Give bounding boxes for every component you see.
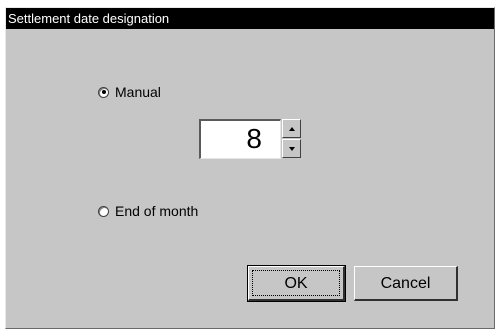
ok-button[interactable]: OK [247,265,346,302]
spin-down-button[interactable] [282,139,301,158]
dialog-title: Settlement date designation [8,11,170,26]
settlement-date-dialog: Settlement date designation Manual 8 End… [5,7,495,329]
dialog-title-bar[interactable]: Settlement date designation [6,8,494,29]
spin-up-button[interactable] [282,119,301,138]
end-of-month-radio-label[interactable]: End of month [115,203,198,219]
arrow-down-icon [288,146,295,151]
cancel-button[interactable]: Cancel [354,266,458,301]
cancel-button-label: Cancel [380,275,431,292]
ok-button-label: OK [252,270,340,296]
manual-radio-option[interactable]: Manual [98,84,161,100]
end-of-month-radio-button[interactable] [98,205,109,217]
arrow-up-icon [288,126,295,131]
settlement-day-input[interactable]: 8 [199,119,281,159]
manual-radio-label[interactable]: Manual [115,84,161,100]
end-of-month-radio-option[interactable]: End of month [98,203,198,219]
manual-radio-button[interactable] [98,86,109,98]
settlement-day-spinner[interactable]: 8 [199,119,305,159]
